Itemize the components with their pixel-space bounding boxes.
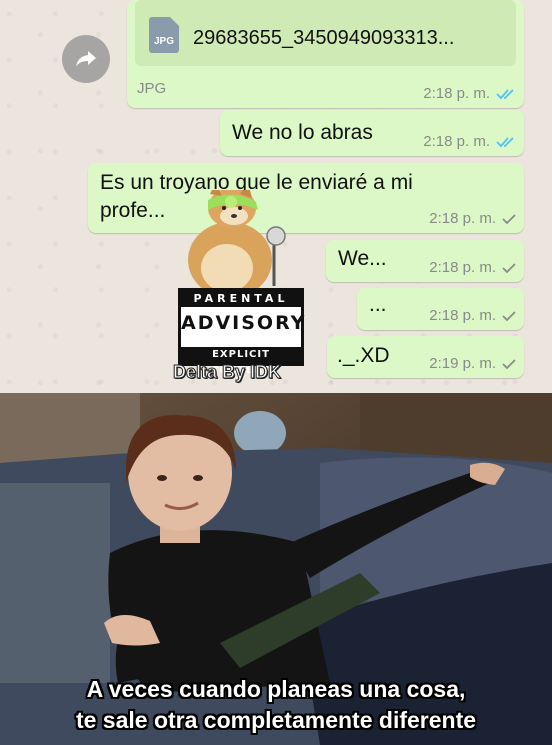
file-type: JPG	[137, 80, 167, 97]
message-time: 2:18 p. m.	[429, 210, 496, 227]
check-sent-icon	[502, 213, 516, 224]
message-bubble[interactable]: We no lo abras 2:18 p. m.	[220, 110, 524, 156]
file-attachment[interactable]: JPG 29683655_3450949093313...	[135, 0, 516, 66]
message-time: 2:18 p. m.	[429, 307, 496, 324]
message-time: 2:18 p. m.	[429, 259, 496, 276]
message-text: ...	[369, 293, 387, 316]
check-sent-icon	[502, 310, 516, 321]
message-meta: 2:18 p. m.	[429, 259, 516, 276]
message-time: 2:18 p. m.	[423, 85, 490, 102]
check-sent-icon	[502, 358, 516, 369]
double-check-read-icon	[496, 136, 514, 147]
message-time: 2:19 p. m.	[429, 355, 496, 372]
message-meta: 2:18 p. m.	[423, 85, 516, 102]
message-text: ._.XD	[337, 344, 390, 367]
advisory-main-text: ADVISORY	[181, 312, 307, 334]
forward-icon[interactable]	[62, 35, 110, 83]
caption-line-1: A veces cuando planeas una cosa,	[86, 676, 466, 702]
message-bubble[interactable]: ... 2:18 p. m.	[357, 288, 524, 330]
jpg-file-icon: JPG	[149, 17, 179, 53]
parental-advisory-label: PARENTAL ADVISORY EXPLICIT CONTENT	[178, 288, 307, 376]
message-meta: 2:18 p. m.	[423, 133, 516, 150]
caption-line-2: te sale otra completamente diferente	[75, 707, 477, 733]
advisory-bottom-text: EXPLICIT CONTENT	[181, 347, 301, 376]
message-bubble[interactable]: ._.XD 2:19 p. m.	[327, 336, 524, 378]
message-meta: 2:18 p. m.	[429, 307, 516, 324]
file-message-bubble[interactable]: JPG 29683655_3450949093313... JPG 2:18 p…	[127, 0, 524, 108]
message-text: We no lo abras	[232, 121, 373, 144]
advisory-top-text: PARENTAL	[181, 291, 301, 307]
message-time: 2:18 p. m.	[423, 133, 490, 150]
chat-screenshot: JPG 29683655_3450949093313... JPG 2:18 p…	[0, 0, 552, 393]
sticker-watermark: Delta By IDK	[172, 362, 282, 383]
message-meta: 2:18 p. m.	[429, 210, 516, 227]
file-name: 29683655_3450949093313...	[193, 27, 455, 49]
message-text: We...	[338, 247, 387, 270]
meme-photo: A veces cuando planeas una cosa, te sale…	[0, 393, 552, 745]
message-meta: 2:19 p. m.	[429, 355, 516, 372]
check-sent-icon	[502, 262, 516, 273]
file-icon-label: JPG	[153, 36, 174, 47]
message-bubble[interactable]: We... 2:18 p. m.	[326, 240, 524, 282]
message-text-line2: profe...	[100, 199, 166, 222]
double-check-read-icon	[496, 88, 514, 99]
